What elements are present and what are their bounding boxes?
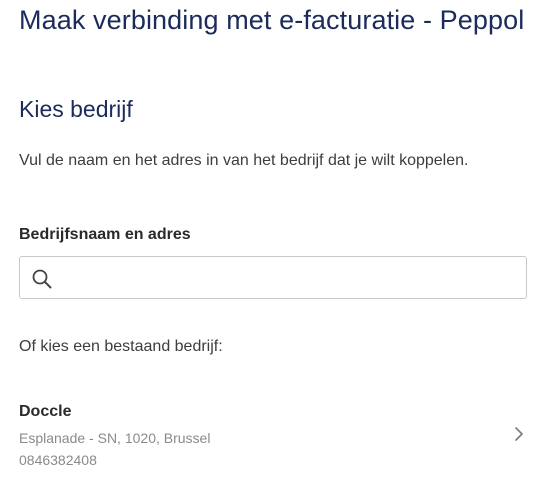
company-search-box[interactable] xyxy=(19,256,527,299)
existing-company-label: Of kies een bestaand bedrijf: xyxy=(19,338,223,355)
company-search-label: Bedrijfsnaam en adres xyxy=(19,226,191,243)
instruction-text: Vul de naam en het adres in van het bedr… xyxy=(19,152,469,169)
page-title: Maak verbinding met e-facturatie - Peppo… xyxy=(19,5,525,35)
company-name: Doccle xyxy=(19,403,72,420)
company-list-item[interactable]: Doccle Esplanade - SN, 1020, Brussel 084… xyxy=(19,398,529,474)
company-number: 0846382408 xyxy=(19,452,97,468)
search-icon xyxy=(32,269,52,289)
company-address: Esplanade - SN, 1020, Brussel xyxy=(19,430,211,446)
chevron-right-icon xyxy=(515,427,523,441)
company-search-input[interactable] xyxy=(64,257,519,298)
section-title: Kies bedrijf xyxy=(19,96,133,122)
